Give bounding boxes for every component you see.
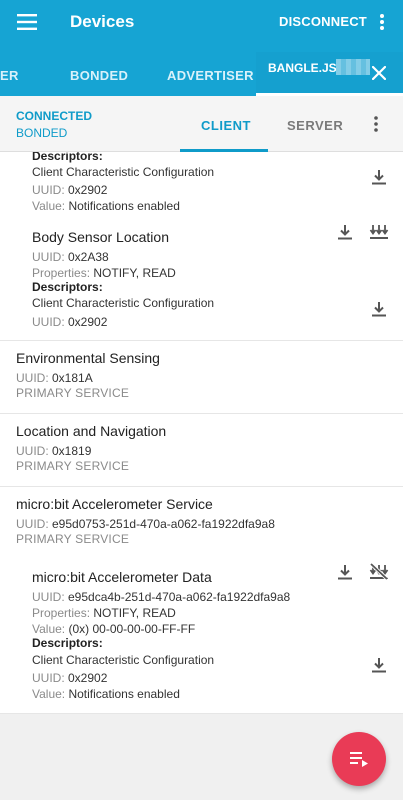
service-uuid-row: UUID: 0x181A [16, 369, 93, 387]
divider [0, 413, 403, 414]
characteristic-properties: NOTIFY, READ [93, 606, 176, 620]
redacted-device-id [336, 59, 370, 75]
descriptor-uuid: 0x2902 [68, 183, 108, 197]
disconnect-button[interactable]: DISCONNECT [279, 14, 367, 29]
descriptor-name: Client Characteristic Configuration [32, 296, 215, 310]
descriptor-uuid: 0x2902 [68, 315, 108, 329]
vertical-dots-icon[interactable] [368, 114, 384, 134]
toolbar: Devices DISCONNECT [0, 0, 403, 44]
uuid-label: UUID: [32, 183, 68, 197]
descriptors-heading: Descriptors: [32, 636, 103, 650]
properties-label: Properties: [32, 606, 94, 620]
descriptor-name: Client Characteristic Configuration [32, 165, 215, 179]
value-label: Value: [32, 687, 69, 701]
hamburger-menu-icon[interactable] [14, 9, 40, 35]
device-tabs: ER BONDED ADVERTISER BANGLE.JS [0, 52, 403, 96]
uuid-label: UUID: [32, 250, 68, 264]
playlist-play-icon [350, 752, 368, 767]
tab-bangle-js-label: BANGLE.JS [268, 61, 337, 75]
descriptor-value: Notifications enabled [68, 199, 180, 213]
service-type: PRIMARY SERVICE [16, 386, 130, 400]
services-list[interactable]: Descriptors: Client Characteristic Confi… [0, 152, 403, 714]
descriptor-value-row: Value: Notifications enabled [32, 197, 180, 215]
uuid-label: UUID: [16, 517, 52, 531]
notify-multiple-down-icon[interactable] [368, 221, 390, 243]
descriptors-heading: Descriptors: [32, 152, 103, 163]
uuid-label: UUID: [16, 444, 52, 458]
tab-bangle-js[interactable]: BANGLE.JS [256, 52, 403, 96]
descriptor-value: Notifications enabled [68, 687, 180, 701]
download-icon[interactable] [368, 298, 390, 320]
service-name[interactable]: micro:bit Accelerometer Service [16, 496, 213, 512]
tab-bonded[interactable]: BONDED [70, 68, 128, 83]
connection-status: CONNECTED [16, 109, 93, 123]
properties-label: Properties: [32, 266, 94, 280]
service-uuid-row: UUID: e95d0753-251d-470a-a062-fa1922dfa9… [16, 515, 275, 533]
descriptor-uuid-row: UUID: 0x2902 [32, 313, 107, 331]
service-type: PRIMARY SERVICE [16, 532, 130, 546]
tab-advertiser[interactable]: ADVERTISER [167, 68, 254, 83]
tab-client[interactable]: CLIENT [201, 118, 251, 133]
characteristic-uuid: 0x2A38 [68, 250, 109, 264]
characteristic-value: (0x) 00-00-00-00-FF-FF [68, 622, 196, 636]
uuid-label: UUID: [16, 371, 52, 385]
descriptor-uuid: 0x2902 [68, 671, 108, 685]
tab-server[interactable]: SERVER [287, 118, 343, 133]
value-label: Value: [32, 622, 69, 636]
app-bar: Devices DISCONNECT ER BONDED ADVERTISER … [0, 0, 403, 96]
tab-advertiser-partial[interactable]: ER [0, 68, 19, 83]
service-uuid: 0x1819 [52, 444, 92, 458]
service-name[interactable]: Location and Navigation [16, 423, 166, 439]
download-icon[interactable] [334, 561, 356, 583]
log-fab-button[interactable] [332, 732, 386, 786]
notifications-disabled-icon[interactable] [368, 561, 390, 583]
service-uuid: e95d0753-251d-470a-a062-fa1922dfa9a8 [52, 517, 275, 531]
service-name[interactable]: Environmental Sensing [16, 350, 160, 366]
vertical-dots-icon[interactable] [372, 11, 392, 33]
page-title: Devices [70, 12, 135, 31]
bond-status: BONDED [16, 126, 68, 140]
divider [0, 486, 403, 487]
connection-bar: CONNECTED BONDED CLIENT SERVER [0, 96, 403, 152]
service-uuid-row: UUID: 0x1819 [16, 442, 91, 460]
uuid-label: UUID: [32, 671, 68, 685]
characteristic-properties: NOTIFY, READ [93, 266, 176, 280]
download-icon[interactable] [368, 166, 390, 188]
uuid-label: UUID: [32, 590, 68, 604]
value-label: Value: [32, 199, 69, 213]
characteristic-name: Body Sensor Location [32, 229, 169, 245]
divider [0, 340, 403, 341]
characteristic-name: micro:bit Accelerometer Data [32, 569, 212, 585]
download-icon[interactable] [334, 221, 356, 243]
service-uuid: 0x181A [52, 371, 93, 385]
download-icon[interactable] [368, 654, 390, 676]
descriptors-heading: Descriptors: [32, 280, 103, 294]
characteristic-uuid: e95dca4b-251d-470a-a062-fa1922dfa9a8 [68, 590, 291, 604]
descriptor-name: Client Characteristic Configuration [32, 653, 215, 667]
close-x-icon[interactable] [368, 62, 390, 84]
service-type: PRIMARY SERVICE [16, 459, 130, 473]
descriptor-value-row: Value: Notifications enabled [32, 685, 180, 703]
uuid-label: UUID: [32, 315, 68, 329]
